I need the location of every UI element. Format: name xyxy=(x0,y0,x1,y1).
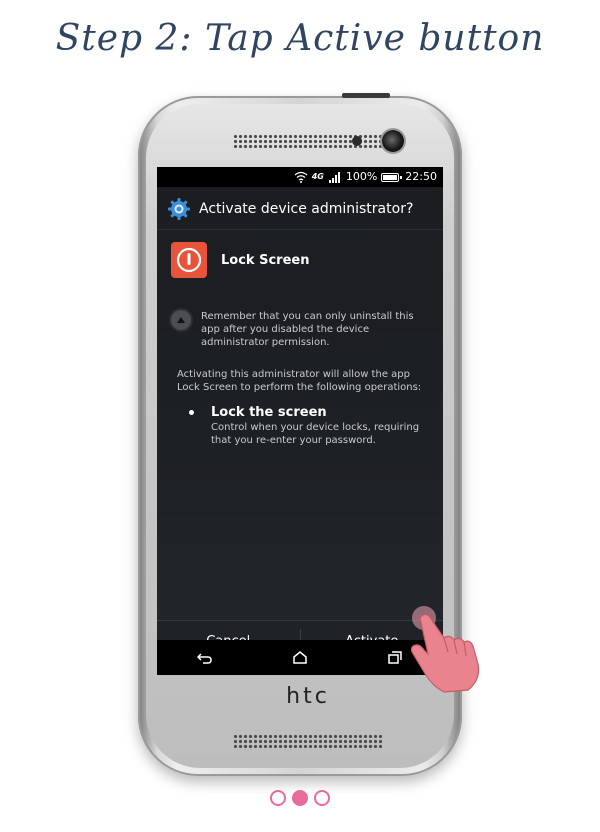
clock: 22:50 xyxy=(405,170,437,183)
app-row: Lock Screen xyxy=(171,242,309,278)
bottom-speaker-grille xyxy=(233,734,383,748)
device-admin-dialog: Activate device administrator? Lock Scre… xyxy=(157,187,443,661)
admin-description: Activating this administrator will allow… xyxy=(177,369,422,393)
step-title: Step 2: Tap Active button xyxy=(55,18,545,59)
navigation-bar xyxy=(157,640,443,675)
status-bar: 4G 100% 22:50 xyxy=(157,167,443,187)
wifi-icon xyxy=(294,171,308,183)
uninstall-notice: Remember that you can only uninstall thi… xyxy=(171,310,433,349)
proximity-sensor xyxy=(352,136,362,146)
home-button[interactable] xyxy=(280,643,320,673)
app-name: Lock Screen xyxy=(221,252,310,268)
front-camera xyxy=(382,130,404,152)
app-icon xyxy=(171,242,207,278)
back-icon xyxy=(196,652,212,664)
back-button[interactable] xyxy=(185,643,225,673)
header-divider xyxy=(157,229,443,230)
recents-icon xyxy=(388,651,403,664)
page-dot-3[interactable] xyxy=(314,790,330,806)
tap-hand-icon xyxy=(410,606,480,693)
network-type: 4G xyxy=(311,172,324,181)
dialog-header: Activate device administrator? xyxy=(167,197,413,221)
bullet xyxy=(189,410,194,415)
page-dot-1[interactable] xyxy=(270,790,286,806)
operation-description: Control when your device locks, requirin… xyxy=(211,422,420,446)
power-key xyxy=(342,93,390,98)
signal-icon xyxy=(328,172,340,183)
phone-screen: 4G 100% 22:50 Activate device administra… xyxy=(157,167,443,675)
page-dot-2-active[interactable] xyxy=(292,790,308,806)
battery-percent: 100% xyxy=(345,170,378,183)
uninstall-notice-text: Remember that you can only uninstall thi… xyxy=(201,311,414,348)
power-icon xyxy=(176,247,202,273)
settings-gear-icon xyxy=(168,198,190,220)
operation-title: Lock the screen xyxy=(211,405,327,420)
pagination-dots xyxy=(0,790,600,806)
home-icon xyxy=(293,651,307,664)
battery-icon xyxy=(381,172,403,182)
dialog-title: Activate device administrator? xyxy=(199,201,414,217)
up-arrow-icon xyxy=(171,310,191,330)
